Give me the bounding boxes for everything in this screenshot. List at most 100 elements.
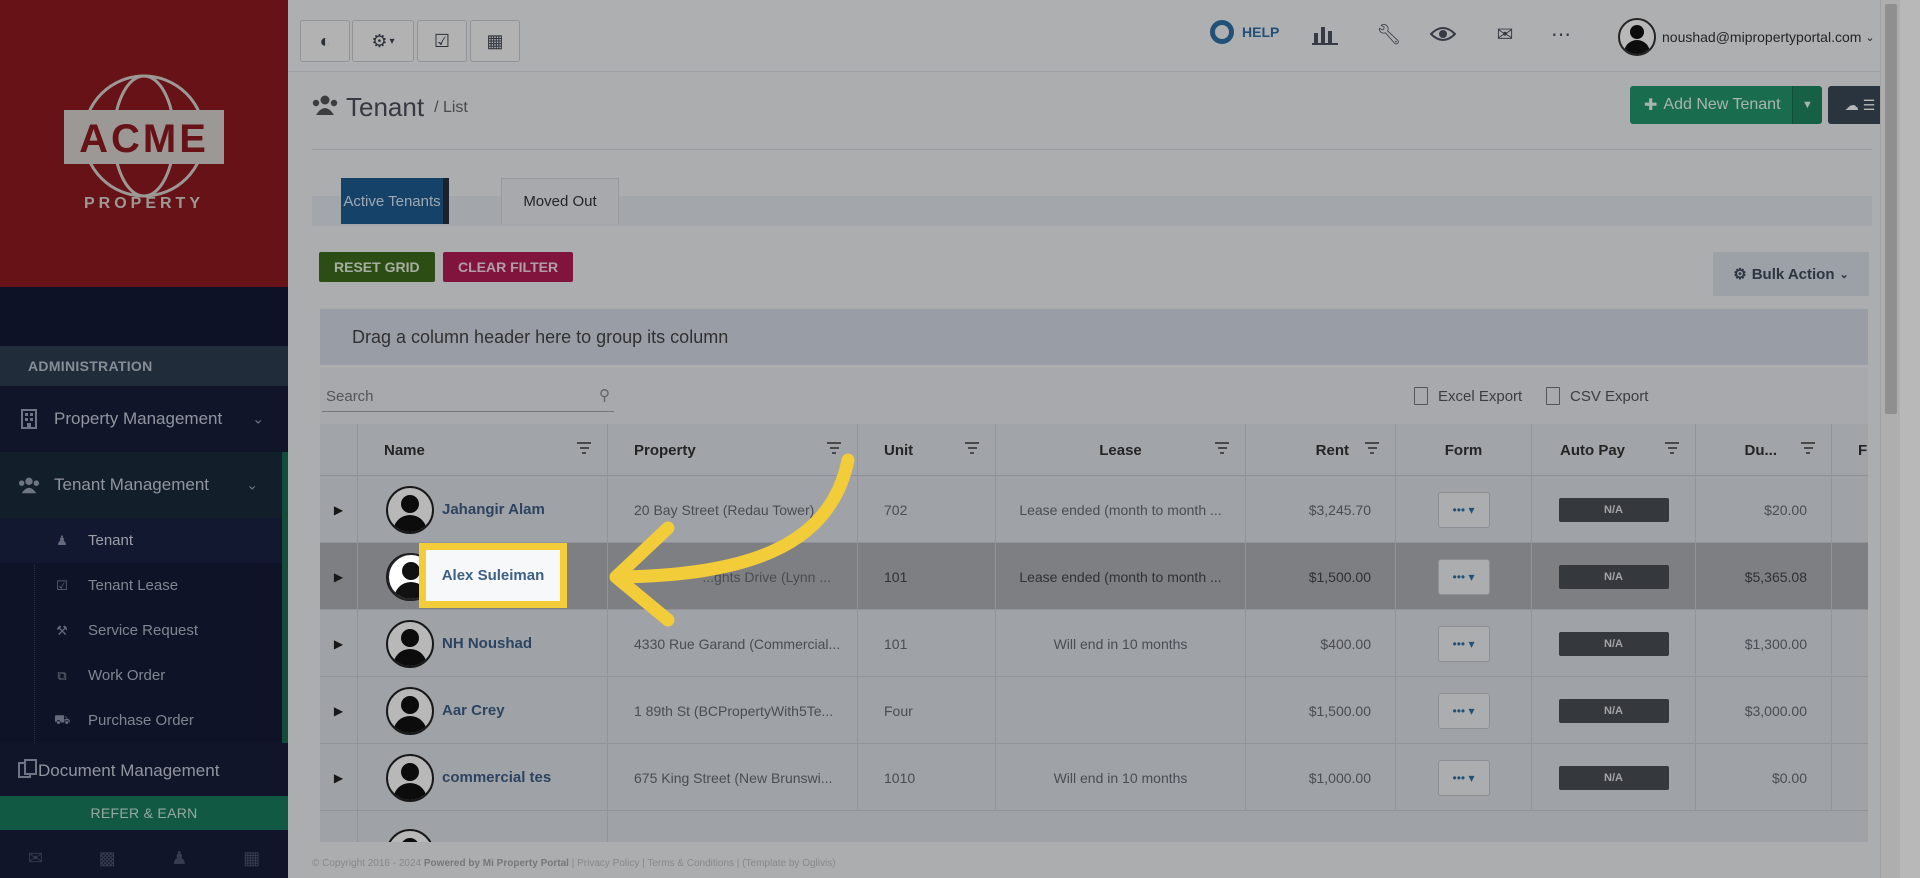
sidebar-item-label: Property Management: [54, 409, 223, 428]
triangle-right-icon: ▶: [333, 703, 344, 718]
sidebar-item-tenant[interactable]: ♟ Tenant: [0, 518, 282, 563]
autopay-cell: N/A: [1532, 476, 1696, 543]
scrollbar-thumb[interactable]: [1885, 4, 1897, 414]
help-link[interactable]: HELP: [1210, 20, 1279, 44]
settings-button[interactable]: ⚙ ▾: [352, 20, 414, 62]
sidebar-item-purchase-order[interactable]: ⛟ Purchase Order: [0, 698, 282, 743]
filter-icon[interactable]: [1665, 442, 1679, 456]
form-options-button[interactable]: ••• ▾: [1437, 759, 1490, 796]
top-toolbar: ◐ ⚙ ▾ ☑ ▦ HELP 🔧︎ ✉ ⋯ noushad@mipropertyp…: [288, 0, 1900, 72]
table-row[interactable]: ▶ Aar Crey 1 89th St (BCPropertyWith5Te.…: [320, 677, 1868, 744]
calculator-icon[interactable]: ▦: [243, 848, 260, 869]
sidebar-item-document-management[interactable]: Document Management: [0, 743, 288, 799]
clear-filter-button[interactable]: CLEAR FILTER: [443, 252, 574, 282]
column-title: Name: [384, 441, 425, 459]
tenant-name-link[interactable]: Jahangir Alam: [442, 501, 545, 518]
tenant-name-link[interactable]: Aar Crey: [442, 702, 505, 719]
terms-link[interactable]: Terms & Conditions: [647, 858, 734, 869]
row-expander[interactable]: ▶: [320, 476, 358, 543]
sidebar-item-tenant-management[interactable]: Tenant Management ⌄: [0, 452, 288, 518]
filter-icon[interactable]: [1365, 442, 1379, 456]
privacy-policy-link[interactable]: Privacy Policy: [577, 858, 639, 869]
more-icon[interactable]: ⋯: [1546, 20, 1576, 48]
form-options-button[interactable]: ••• ▾: [1437, 558, 1490, 595]
eye-icon[interactable]: [1428, 20, 1458, 48]
page-footer: © Copyright 2016 - 2024 Powered by Mi Pr…: [312, 858, 836, 869]
row-expander[interactable]: ▶: [320, 744, 358, 811]
excel-export-button[interactable]: Excel Export: [1414, 384, 1522, 408]
table-row[interactable]: [320, 811, 1868, 842]
sidebar-item-work-order[interactable]: ⧉ Work Order: [0, 653, 282, 698]
tutorial-arrow: [609, 453, 855, 627]
row-expander[interactable]: ▶: [320, 543, 358, 610]
sidebar-item-service-request[interactable]: ⚒ Service Request: [0, 608, 282, 653]
group-by-panel[interactable]: Drag a column header here to group its c…: [320, 309, 1868, 365]
column-header-name[interactable]: Name: [358, 424, 608, 476]
csv-export-button[interactable]: CSV Export: [1546, 384, 1648, 408]
search-icon[interactable]: ⚲: [599, 386, 610, 404]
reset-grid-button[interactable]: RESET GRID: [319, 252, 435, 282]
powered-by-link[interactable]: Powered by Mi Property Portal: [424, 858, 569, 869]
avatar: [386, 485, 434, 534]
refer-and-earn-button[interactable]: REFER & EARN: [0, 796, 288, 830]
search-input[interactable]: [326, 388, 586, 405]
form-options-button[interactable]: ••• ▾: [1437, 692, 1490, 729]
table-row[interactable]: ▶ Jahangir Alam 20 Bay Street (Redau Tow…: [320, 476, 1868, 543]
column-title: Auto Pay: [1560, 441, 1626, 459]
filter-icon[interactable]: [577, 442, 591, 456]
row-expander[interactable]: ▶: [320, 610, 358, 677]
tenant-name-link[interactable]: Alex Suleiman: [442, 567, 545, 584]
reports-icon[interactable]: [1310, 20, 1340, 48]
due-cell: $20.00: [1696, 476, 1832, 543]
filter-icon[interactable]: [1801, 442, 1815, 456]
calendar-button[interactable]: ☑: [417, 20, 467, 62]
filter-icon[interactable]: [965, 442, 979, 456]
column-header-unit[interactable]: Unit: [858, 424, 996, 476]
page-scrollbar[interactable]: [1880, 0, 1900, 878]
table-row[interactable]: ▶ NH Noushad 4330 Rue Garand (Commercial…: [320, 610, 1868, 677]
form-options-button[interactable]: ••• ▾: [1437, 625, 1490, 662]
users-icon: [312, 95, 338, 121]
row-expander[interactable]: ▶: [320, 677, 358, 744]
dashboard-button[interactable]: ◐: [300, 20, 350, 62]
briefcase-icon[interactable]: ▩: [99, 848, 116, 869]
help-label: HELP: [1242, 24, 1280, 40]
tab-moved-out[interactable]: Moved Out: [501, 178, 619, 224]
column-header-rent[interactable]: Rent: [1246, 424, 1396, 476]
user-icon: ♟: [56, 532, 68, 548]
autopay-badge: N/A: [1558, 765, 1669, 790]
calculator-button[interactable]: ▦: [470, 20, 520, 62]
column-header-lease[interactable]: Lease: [996, 424, 1246, 476]
column-header-f[interactable]: F: [1832, 424, 1868, 476]
tenant-name-link[interactable]: NH Noushad: [442, 635, 532, 652]
table-row[interactable]: ▶ commercial tes 675 King Street (New Br…: [320, 744, 1868, 811]
acme-property-logo[interactable]: ACME PROPERTY: [44, 64, 244, 224]
tenant-name-link[interactable]: commercial tes: [442, 769, 551, 786]
name-cell: Aar Crey: [358, 677, 608, 744]
property-cell: 1 89th St (BCPropertyWith5Te...: [608, 677, 858, 744]
add-options-dropdown[interactable]: ▼: [1792, 86, 1822, 124]
autopay-cell: N/A: [1532, 610, 1696, 677]
tab-active-tenants[interactable]: Active Tenants: [341, 178, 449, 224]
page-subtitle: / List: [434, 98, 468, 116]
sidebar-item-tenant-lease[interactable]: ☑ Tenant Lease: [0, 563, 282, 608]
highlighted-tenant-name[interactable]: Alex Suleiman: [419, 543, 567, 608]
column-header-form[interactable]: Form: [1396, 424, 1532, 476]
add-new-tenant-button[interactable]: ✚ Add New Tenant: [1630, 86, 1795, 124]
sidebar-item-property-management[interactable]: Property Management ⌄: [0, 386, 288, 452]
logo-sub: PROPERTY: [84, 195, 204, 212]
form-cell: ••• ▾: [1396, 744, 1532, 811]
column-header-auto-pay[interactable]: Auto Pay: [1532, 424, 1696, 476]
filter-icon[interactable]: [1215, 442, 1229, 456]
form-options-button[interactable]: ••• ▾: [1437, 491, 1490, 528]
autopay-badge: N/A: [1558, 698, 1669, 723]
mail-icon[interactable]: ✉: [28, 848, 43, 869]
user-menu[interactable]: noushad@mipropertyportal.com ⌄: [1618, 18, 1875, 56]
column-header-due[interactable]: Du...: [1696, 424, 1832, 476]
user-icon[interactable]: ♟: [171, 848, 187, 869]
bulk-action-button[interactable]: ⚙ Bulk Action ⌄: [1713, 252, 1869, 296]
wrench-icon[interactable]: 🔧︎: [1374, 20, 1404, 48]
copyright-text: © Copyright 2016 - 2024: [312, 858, 422, 869]
mail-icon[interactable]: ✉: [1490, 20, 1520, 48]
row-expander[interactable]: [320, 811, 358, 842]
